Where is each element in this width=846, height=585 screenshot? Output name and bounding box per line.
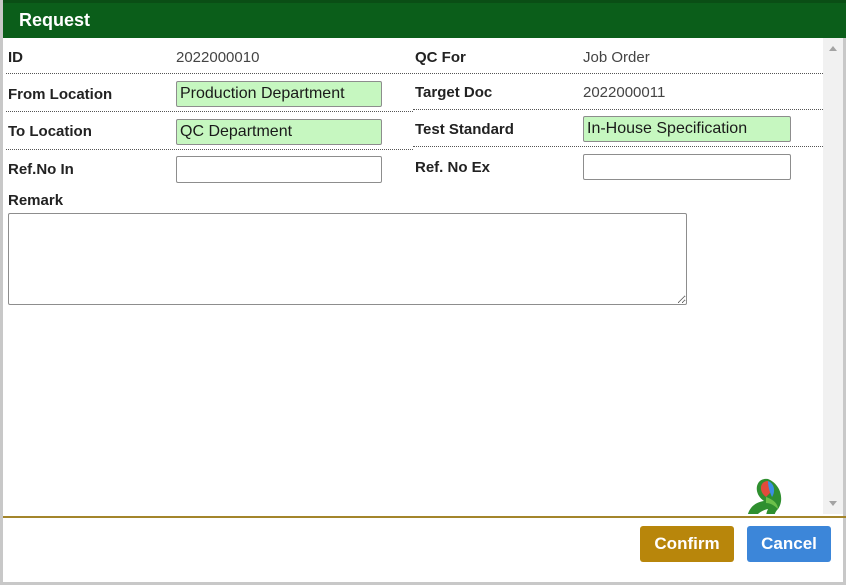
remark-textarea[interactable] — [8, 213, 687, 305]
to-location-label: To Location — [8, 123, 92, 140]
scroll-down-arrow-icon[interactable] — [829, 501, 837, 506]
dialog-titlebar[interactable]: Request — [3, 0, 846, 38]
target-doc-value: 2022000011 — [583, 84, 666, 101]
row-divider — [6, 111, 413, 112]
to-location-field[interactable] — [176, 119, 382, 145]
ref-no-in-field[interactable] — [176, 156, 382, 183]
row-divider — [413, 146, 823, 147]
request-dialog: Request ID 2022000010 QC For Job Order F… — [0, 0, 846, 585]
id-label: ID — [8, 49, 23, 66]
dialog-content: ID 2022000010 QC For Job Order From Loca… — [3, 38, 823, 514]
confirm-button[interactable]: Confirm — [640, 526, 734, 562]
row-divider — [6, 149, 413, 150]
vertical-scrollbar[interactable] — [823, 38, 843, 514]
row-divider — [413, 109, 823, 110]
from-location-field[interactable] — [176, 81, 382, 107]
ref-no-ex-label: Ref. No Ex — [415, 159, 491, 176]
cancel-button[interactable]: Cancel — [747, 526, 831, 562]
scroll-up-arrow-icon[interactable] — [829, 46, 837, 51]
dialog-title: Request — [19, 10, 91, 30]
row-divider — [6, 73, 823, 74]
qc-for-label: QC For — [415, 49, 466, 66]
test-standard-field[interactable] — [583, 116, 791, 142]
from-location-label: From Location — [8, 86, 113, 103]
footer-divider — [3, 516, 846, 518]
id-value: 2022000010 — [176, 49, 260, 66]
company-logo-icon — [747, 478, 782, 514]
qc-for-value: Job Order — [583, 49, 650, 66]
test-standard-label: Test Standard — [415, 121, 514, 138]
remark-label: Remark — [8, 192, 64, 209]
ref-no-ex-field[interactable] — [583, 154, 791, 180]
ref-no-in-label: Ref.No In — [8, 161, 74, 178]
target-doc-label: Target Doc — [415, 84, 493, 101]
